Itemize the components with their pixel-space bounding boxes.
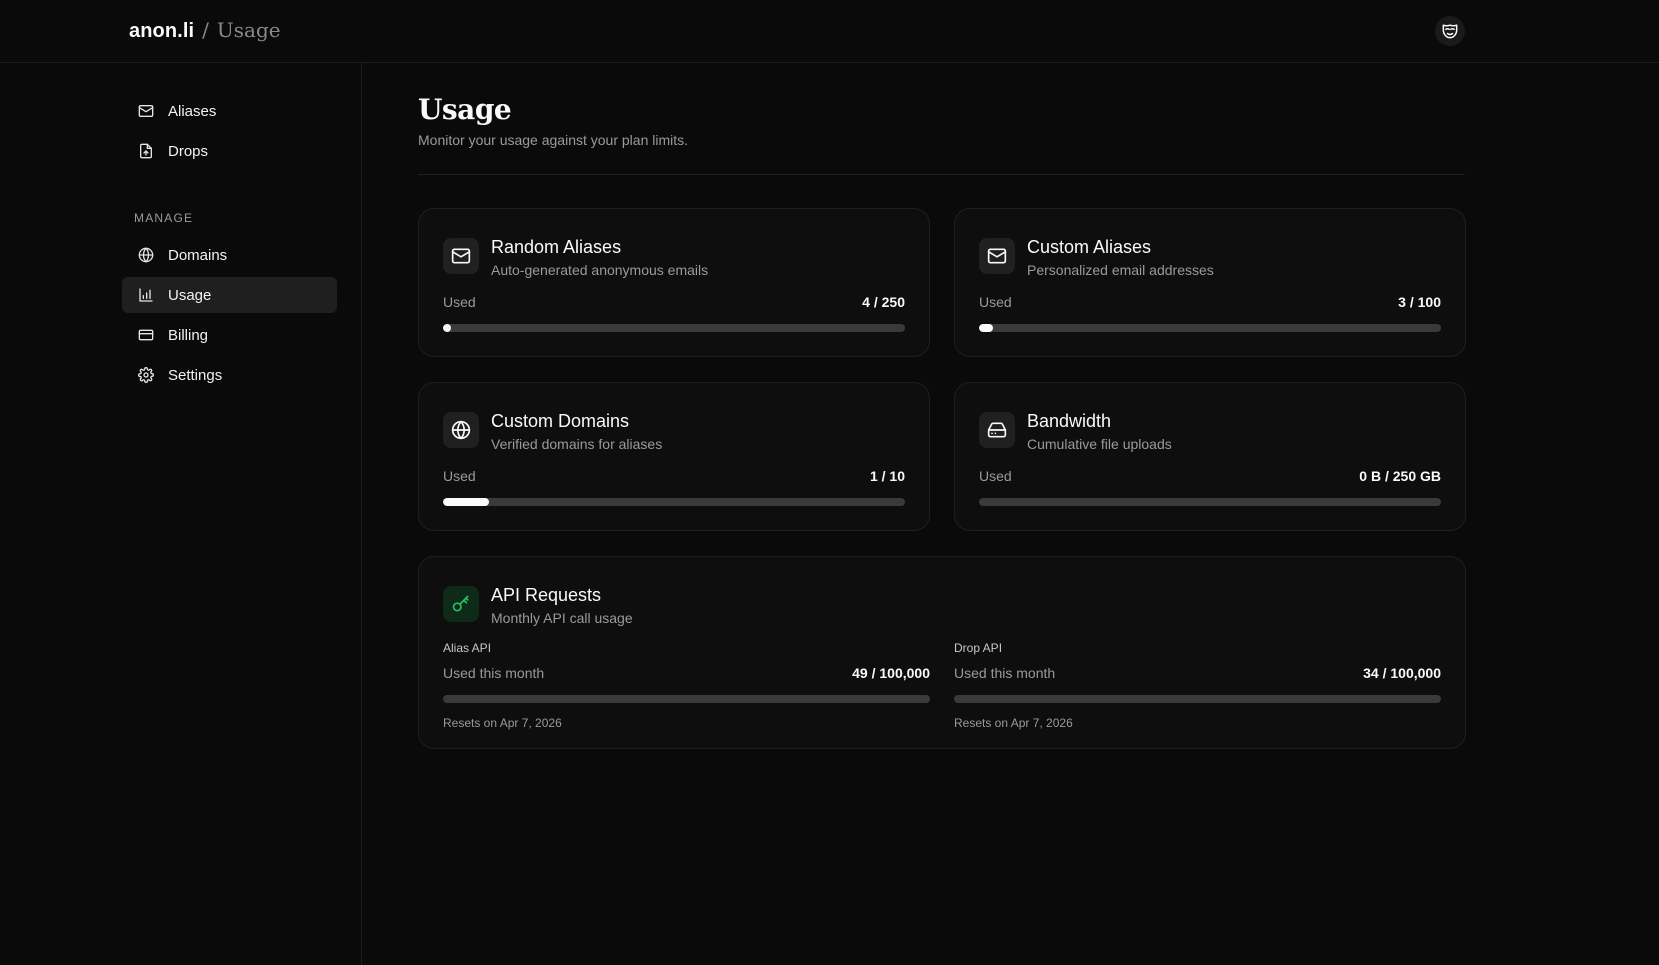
reset-date: Resets on Apr 7, 2026 [954, 716, 1073, 730]
usage-card-random-aliases: Random Aliases Auto-generated anonymous … [418, 208, 930, 357]
sidebar-item-label: Billing [168, 326, 209, 344]
used-label: Used this month [443, 665, 545, 681]
brand-logo[interactable]: anon.li [129, 20, 194, 43]
mail-icon [987, 248, 1007, 264]
progress-bar [979, 498, 1441, 506]
sidebar-item-label: Domains [168, 246, 228, 264]
card-title: Bandwidth [1027, 411, 1112, 431]
card-title: API Requests [491, 585, 602, 605]
used-label: Used [443, 294, 476, 310]
usage-card-custom-domains: Custom Domains Verified domains for alia… [418, 382, 930, 531]
usage-card-custom-aliases: Custom Aliases Personalized email addres… [954, 208, 1466, 357]
card-description: Monthly API call usage [491, 610, 633, 626]
card-description: Auto-generated anonymous emails [491, 262, 709, 278]
gear-icon [138, 367, 154, 383]
usage-card-api-requests: API Requests Monthly API call usage Alia… [418, 556, 1466, 749]
used-value: 1 / 10 [869, 468, 905, 484]
sidebar-section-heading: MANAGE [134, 211, 194, 225]
card-icon-container [443, 586, 479, 622]
sidebar: Aliases Drops MANAGE Domains Usage Billi… [0, 63, 362, 965]
progress-bar [443, 498, 905, 506]
used-label: Used [979, 468, 1012, 484]
sidebar-item-billing[interactable]: Billing [122, 317, 337, 353]
mail-icon [451, 248, 471, 264]
sidebar-item-usage[interactable]: Usage [122, 277, 337, 313]
progress-bar [443, 324, 905, 332]
progress-bar [954, 695, 1441, 703]
card-title: Random Aliases [491, 237, 622, 257]
sidebar-item-label: Settings [168, 366, 223, 384]
progress-fill [979, 324, 993, 332]
used-value: 49 / 100,000 [852, 665, 930, 681]
hard-drive-icon [987, 422, 1007, 438]
reset-date: Resets on Apr 7, 2026 [443, 716, 562, 730]
used-label: Used [979, 294, 1012, 310]
progress-bar [443, 695, 930, 703]
card-description: Cumulative file uploads [1027, 436, 1172, 452]
user-avatar[interactable] [1435, 16, 1465, 46]
card-icon-container [443, 412, 479, 448]
globe-icon [138, 247, 154, 263]
sidebar-item-domains[interactable]: Domains [122, 237, 337, 273]
sidebar-item-label: Usage [168, 286, 212, 304]
usage-card-bandwidth: Bandwidth Cumulative file uploads Used 0… [954, 382, 1466, 531]
card-icon-container [443, 238, 479, 274]
bar-chart-icon [139, 288, 153, 302]
api-column-title: Alias API [443, 641, 492, 655]
card-icon-container [979, 238, 1015, 274]
sidebar-item-aliases[interactable]: Aliases [122, 93, 337, 129]
card-icon-container [979, 412, 1015, 448]
card-description: Personalized email addresses [1027, 262, 1214, 278]
sidebar-item-label: Aliases [168, 102, 217, 120]
progress-fill [443, 498, 490, 506]
used-value: 4 / 250 [862, 294, 905, 310]
used-value: 0 B / 250 GB [1359, 468, 1441, 484]
key-icon [452, 595, 469, 612]
page-subtitle: Monitor your usage against your plan lim… [418, 132, 689, 148]
api-column-title: Drop API [954, 641, 1003, 655]
card-title: Custom Domains [491, 411, 630, 431]
divider [418, 174, 1465, 175]
card-title: Custom Aliases [1027, 237, 1152, 257]
progress-fill [443, 324, 451, 332]
sidebar-item-settings[interactable]: Settings [122, 357, 337, 393]
progress-bar [979, 324, 1441, 332]
used-value: 34 / 100,000 [1363, 665, 1441, 681]
page-title: Usage [418, 93, 512, 126]
mask-icon [1442, 24, 1458, 39]
used-label: Used this month [954, 665, 1056, 681]
breadcrumb-current-page: Usage [216, 18, 281, 42]
mail-icon [138, 105, 154, 117]
breadcrumb-separator: / [202, 18, 209, 42]
credit-card-icon [138, 329, 154, 341]
globe-icon [451, 420, 471, 440]
sidebar-item-drops[interactable]: Drops [122, 133, 337, 169]
file-upload-icon [140, 143, 152, 159]
sidebar-item-label: Drops [168, 142, 209, 160]
card-description: Verified domains for aliases [491, 436, 663, 452]
used-label: Used [443, 468, 476, 484]
breadcrumb: anon.li / Usage [129, 18, 281, 43]
used-value: 3 / 100 [1398, 294, 1441, 310]
top-bar: anon.li / Usage [0, 0, 1659, 63]
